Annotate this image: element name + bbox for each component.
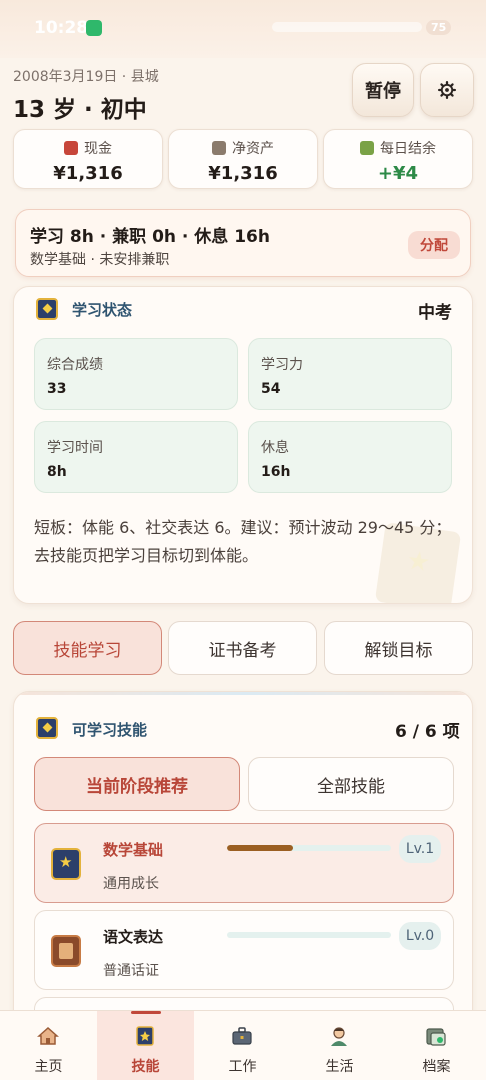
book-icon	[36, 298, 58, 320]
tab-certificate-prep[interactable]: 证书备考	[168, 621, 317, 675]
nav-records[interactable]: 档案	[388, 1011, 485, 1080]
status-time: 10:28	[34, 18, 89, 38]
status-bar: 10:28 75	[0, 0, 486, 58]
bank-icon	[212, 141, 226, 155]
app-notification-icon	[86, 20, 102, 36]
briefcase-icon	[232, 1027, 252, 1045]
schedule-detail: 数学基础 · 未安排兼职	[30, 252, 170, 268]
stat-net-worth: 净资产 ¥1,316	[168, 129, 318, 189]
bottom-nav: 主页 技能 工作 生活 档案	[0, 1010, 486, 1080]
skill-row-chinese[interactable]: 语文表达 普通话证 Lv.0	[34, 910, 454, 990]
tab-skill-learning[interactable]: 技能学习	[13, 621, 162, 675]
skill-progress-bar	[227, 845, 391, 851]
skill-name: 语文表达	[103, 928, 164, 946]
file-icon	[426, 1028, 446, 1046]
nav-label: 技能	[131, 1059, 160, 1075]
filter-stage-recommended[interactable]: 当前阶段推荐	[34, 757, 240, 811]
tab-unlock-goals[interactable]: 解锁目标	[324, 621, 473, 675]
stat-net-worth-label: 净资产	[232, 141, 274, 157]
metric-label: 综合成绩	[47, 357, 103, 373]
metric-study-time: 学习时间 8h	[34, 421, 238, 493]
nav-label: 档案	[422, 1059, 451, 1075]
metric-overall-score: 综合成绩 33	[34, 338, 238, 410]
stat-daily-balance-label: 每日结余	[380, 141, 436, 157]
skill-progress-fill	[227, 845, 293, 851]
pause-button[interactable]: 暂停	[352, 63, 414, 117]
study-advice: 短板：体能 6、社交表达 6。建议：预计波动 29～45 分；去技能页把学习目标…	[34, 518, 452, 565]
metric-label: 休息	[261, 440, 289, 456]
skills-card: 可学习技能 6 / 6 项 当前阶段推荐 全部技能 数学基础 通用成长 Lv.1…	[13, 691, 473, 1031]
metric-value: 33	[47, 381, 67, 397]
skills-title: 可学习技能	[72, 721, 148, 739]
skill-row-math[interactable]: 数学基础 通用成长 Lv.1	[34, 823, 454, 903]
notebook-icon	[51, 935, 81, 967]
stat-cash: 现金 ¥1,316	[13, 129, 163, 189]
nav-life[interactable]: 生活	[291, 1011, 388, 1080]
metric-label: 学习力	[261, 357, 303, 373]
schedule-summary: 学习 8h · 兼职 0h · 休息 16h	[30, 227, 270, 247]
stat-daily-balance: 每日结余 +¥4	[323, 129, 473, 189]
metric-value: 16h	[261, 464, 291, 480]
stat-net-worth-value: ¥1,316	[208, 163, 278, 184]
gear-icon	[438, 81, 456, 99]
book-icon	[136, 1026, 154, 1046]
math-book-icon	[51, 848, 81, 880]
home-icon	[37, 1026, 59, 1045]
study-status-card: 学习状态 中考 综合成绩 33 学习力 54 学习时间 8h 休息 16h 短板…	[13, 286, 473, 604]
date-location: 2008年3月19日 · 县城	[13, 69, 159, 85]
nav-home[interactable]: 主页	[0, 1011, 97, 1080]
nav-label: 工作	[228, 1059, 257, 1075]
skill-name: 数学基础	[103, 841, 164, 859]
page-title: 13 岁 · 初中	[13, 97, 147, 123]
stat-cash-value: ¥1,316	[53, 163, 123, 184]
skill-desc: 通用成长	[103, 876, 159, 892]
sprout-icon	[360, 141, 374, 155]
nav-work[interactable]: 工作	[194, 1011, 291, 1080]
metric-learning-power: 学习力 54	[248, 338, 452, 410]
stat-cash-label: 现金	[84, 141, 112, 157]
skills-count: 6 / 6 项	[395, 722, 460, 742]
nav-skills[interactable]: 技能	[97, 1011, 194, 1080]
status-indicators	[272, 22, 422, 32]
filter-all-skills[interactable]: 全部技能	[248, 757, 454, 811]
schedule-banner[interactable]: 学习 8h · 兼职 0h · 休息 16h 数学基础 · 未安排兼职 分配	[15, 209, 471, 277]
stat-daily-balance-value: +¥4	[377, 163, 419, 184]
metric-value: 8h	[47, 464, 67, 480]
skill-desc: 普通话证	[103, 963, 159, 979]
settings-button[interactable]	[420, 63, 474, 117]
skill-progress-bar	[227, 932, 391, 938]
person-icon	[331, 1027, 347, 1046]
skill-level-badge: Lv.1	[399, 835, 441, 863]
exam-stage: 中考	[418, 303, 452, 323]
allocate-button[interactable]: 分配	[408, 231, 460, 259]
book-icon	[36, 717, 58, 739]
skill-level-badge: Lv.0	[399, 922, 441, 950]
metric-label: 学习时间	[47, 440, 103, 456]
metric-value: 54	[261, 381, 281, 397]
study-status-title: 学习状态	[72, 301, 133, 319]
metric-rest: 休息 16h	[248, 421, 452, 493]
battery-level: 75	[426, 20, 452, 35]
nav-label: 主页	[34, 1059, 63, 1075]
red-envelope-icon	[64, 141, 78, 155]
nav-label: 生活	[325, 1059, 354, 1075]
